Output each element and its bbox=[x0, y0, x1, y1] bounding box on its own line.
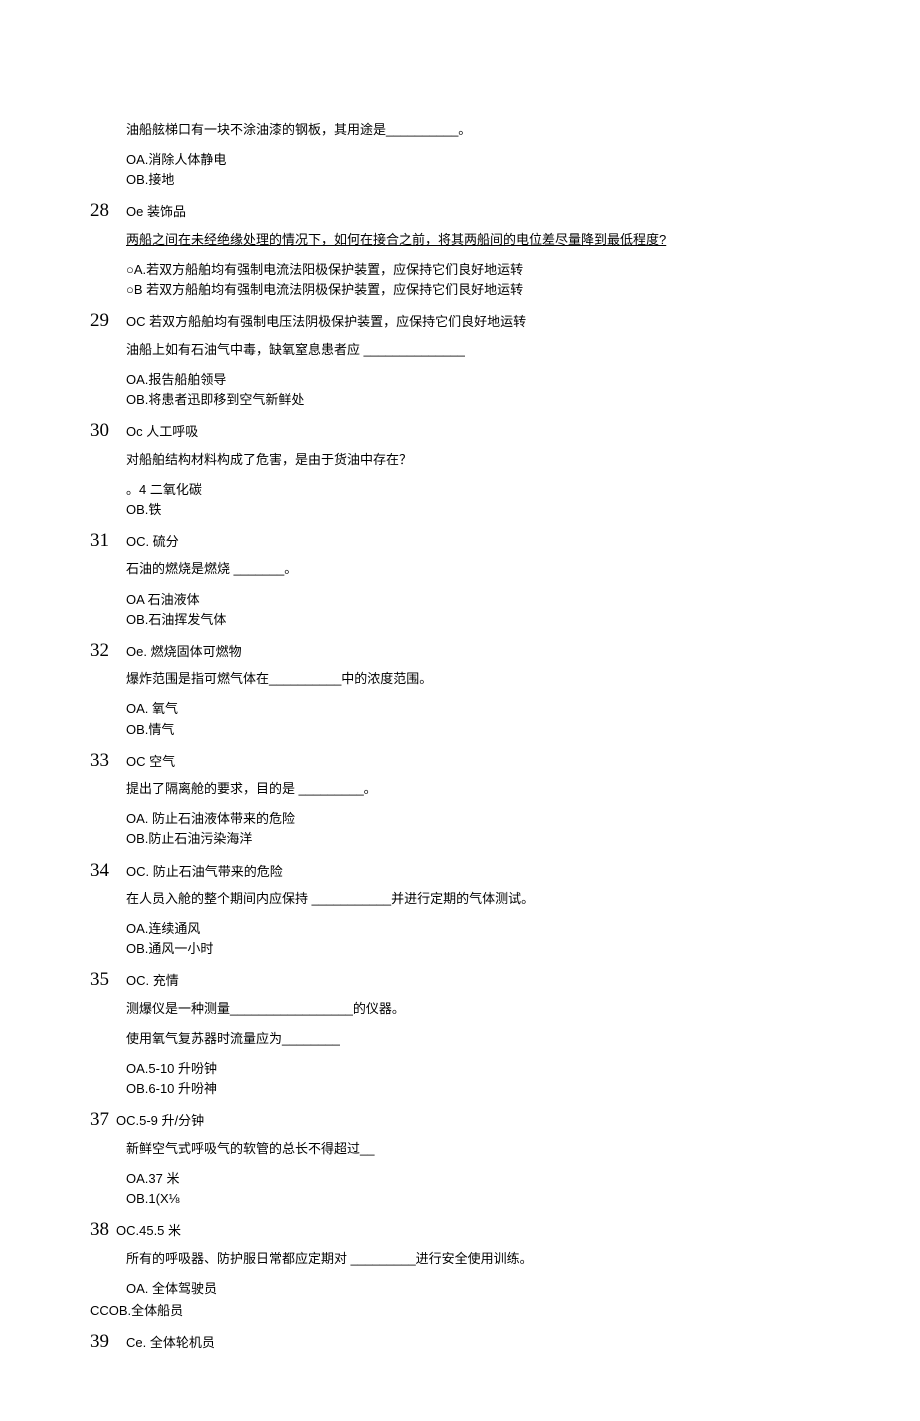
option-list: ○A.若双方船舶均有强制电流法阳极保护装置，应保持它们良好地运转 ○B 若双方船… bbox=[126, 260, 830, 300]
option-b: ○B 若双方船舶均有强制电流法阴极保护装置，应保持它们艮好地运转 bbox=[126, 280, 830, 300]
option-a: OA.连续通风 bbox=[126, 919, 830, 939]
option-list: OA. 氧气 OB.情气 bbox=[126, 699, 830, 739]
option-c: OC.45.5 米 bbox=[116, 1221, 181, 1241]
option-b: OB.情气 bbox=[126, 720, 830, 740]
question-stem: 使用氧气复苏器时流量应为________ bbox=[126, 1029, 830, 1049]
option-list: 。4 二氧化碳 OB.铁 bbox=[126, 480, 830, 520]
question-number: 29 bbox=[90, 306, 126, 335]
question-number: 39 bbox=[90, 1327, 126, 1356]
option-b: OB.1(X⅛ bbox=[126, 1189, 830, 1209]
option-a: OA.37 米 bbox=[126, 1169, 830, 1189]
option-b: OB.铁 bbox=[126, 500, 830, 520]
question-number: 34 bbox=[90, 856, 126, 885]
question-32: 爆炸范围是指可燃气体在__________中的浓度范围。 OA. 氧气 OB.情… bbox=[90, 669, 830, 739]
question-number: 38 bbox=[90, 1215, 116, 1244]
question-stem: 石油的燃烧是燃烧 _______。 bbox=[126, 559, 830, 579]
question-stem: 油船上如有石油气中毒，缺氧窒息患者应 ______________ bbox=[126, 340, 830, 360]
number-row-32: 32 Oe. 燃烧固体可燃物 bbox=[90, 636, 830, 665]
number-row-28: 28 Oe 装饰品 bbox=[90, 196, 830, 225]
question-31: 石油的燃烧是燃烧 _______。 OA 石油液体 OB.石油挥发气体 bbox=[90, 559, 830, 629]
option-c: OC. 硫分 bbox=[126, 532, 179, 552]
number-row-37: 37 OC.5-9 升/分钟 bbox=[90, 1105, 830, 1134]
question-stem: 测爆仪是一种测量_________________的仪器。 bbox=[126, 999, 830, 1019]
question-33: 提出了隔离舱的要求，目的是 _________。 OA. 防止石油液体带来的危险… bbox=[90, 779, 830, 849]
question-number: 31 bbox=[90, 526, 126, 555]
option-a: OA. 防止石油液体带来的危险 bbox=[126, 809, 830, 829]
question-number: 28 bbox=[90, 196, 126, 225]
option-b: OB.6-10 升吩神 bbox=[126, 1079, 830, 1099]
question-number: 37 bbox=[90, 1105, 116, 1134]
option-c: Oc 人工呼吸 bbox=[126, 422, 198, 442]
option-b: OB.通风一小时 bbox=[126, 939, 830, 959]
option-list: OA. 防止石油液体带来的危险 OB.防止石油污染海洋 bbox=[126, 809, 830, 849]
option-c: Ce. 全体轮机员 bbox=[126, 1333, 215, 1353]
option-a: OA.报告船舶领导 bbox=[126, 370, 830, 390]
question-number: 33 bbox=[90, 746, 126, 775]
question-34: 在人员入舱的整个期间内应保持 ___________并进行定期的气体测试。 OA… bbox=[90, 889, 830, 959]
question-stem: 两船之间在未经绝缘处理的情况下，如何在接合之前，将其两船间的电位差尽量降到最低程… bbox=[126, 230, 830, 250]
option-list: OA 石油液体 OB.石油挥发气体 bbox=[126, 590, 830, 630]
number-row-33: 33 OC 空气 bbox=[90, 746, 830, 775]
question-37: 新鲜空气式呼吸气的软管的总长不得超过__ OA.37 米 OB.1(X⅛ bbox=[90, 1139, 830, 1209]
question-stem: 在人员入舱的整个期间内应保持 ___________并进行定期的气体测试。 bbox=[126, 889, 830, 909]
number-row-35: 35 OC. 充情 bbox=[90, 965, 830, 994]
number-row-30: 30 Oc 人工呼吸 bbox=[90, 416, 830, 445]
question-stem: 所有的呼吸器、防护服日常都应定期对 _________进行安全使用训练。 bbox=[126, 1249, 830, 1269]
option-list: OA.报告船舶领导 OB.将患者迅即移到空气新鲜处 bbox=[126, 370, 830, 410]
number-row-39: 39 Ce. 全体轮机员 bbox=[90, 1327, 830, 1356]
option-b: CCOB.全体船员 bbox=[90, 1301, 830, 1321]
question-number: 32 bbox=[90, 636, 126, 665]
option-a: ○A.若双方船舶均有强制电流法阳极保护装置，应保持它们良好地运转 bbox=[126, 260, 830, 280]
question-36: 使用氧气复苏器时流量应为________ OA.5-10 升吩钟 OB.6-10… bbox=[90, 1029, 830, 1099]
option-a: OA.消除人体静电 bbox=[126, 150, 830, 170]
option-c: OC 若双方船舶均有强制电压法阴极保护装置，应保持它们良好地运转 bbox=[126, 312, 526, 332]
option-list: OA.37 米 OB.1(X⅛ bbox=[126, 1169, 830, 1209]
number-row-31: 31 OC. 硫分 bbox=[90, 526, 830, 555]
option-list: OA. 全体驾驶员 bbox=[126, 1279, 830, 1299]
number-row-29: 29 OC 若双方船舶均有强制电压法阴极保护装置，应保持它们良好地运转 bbox=[90, 306, 830, 335]
question-30: 对船舶结构材料构成了危害，是由于货油中存在？ 。4 二氧化碳 OB.铁 bbox=[90, 450, 830, 520]
option-b: OB.石油挥发气体 bbox=[126, 610, 830, 630]
option-b: OB.防止石油污染海洋 bbox=[126, 829, 830, 849]
option-c: Oe. 燃烧固体可燃物 bbox=[126, 642, 242, 662]
question-stem: 爆炸范围是指可燃气体在__________中的浓度范围。 bbox=[126, 669, 830, 689]
option-list: OA.消除人体静电 OB.接地 bbox=[126, 150, 830, 190]
option-a: OA. 全体驾驶员 bbox=[126, 1279, 830, 1299]
option-c: Oe 装饰品 bbox=[126, 202, 186, 222]
option-a: OA 石油液体 bbox=[126, 590, 830, 610]
option-a: OA. 氧气 bbox=[126, 699, 830, 719]
question-number: 35 bbox=[90, 965, 126, 994]
question-stem: 提出了隔离舱的要求，目的是 _________。 bbox=[126, 779, 830, 799]
question-stem: 对船舶结构材料构成了危害，是由于货油中存在？ bbox=[126, 450, 830, 470]
question-29: 油船上如有石油气中毒，缺氧窒息患者应 ______________ OA.报告船… bbox=[90, 340, 830, 410]
question-38: 所有的呼吸器、防护服日常都应定期对 _________进行安全使用训练。 OA.… bbox=[90, 1249, 830, 1321]
option-list: OA.连续通风 OB.通风一小时 bbox=[126, 919, 830, 959]
number-row-34: 34 OC. 防止石油气带来的危险 bbox=[90, 856, 830, 885]
question-28: 两船之间在未经绝缘处理的情况下，如何在接合之前，将其两船间的电位差尽量降到最低程… bbox=[90, 230, 830, 300]
option-c: OC. 充情 bbox=[126, 971, 179, 991]
option-list: OA.5-10 升吩钟 OB.6-10 升吩神 bbox=[126, 1059, 830, 1099]
question-stem: 油船舷梯口有一块不涂油漆的钢板，其用途是__________。 bbox=[126, 120, 830, 140]
document-page: 油船舷梯口有一块不涂油漆的钢板，其用途是__________。 OA.消除人体静… bbox=[0, 0, 920, 1421]
option-c: OC.5-9 升/分钟 bbox=[116, 1111, 204, 1131]
question-number: 30 bbox=[90, 416, 126, 445]
option-a: 。4 二氧化碳 bbox=[126, 480, 830, 500]
option-c: OC 空气 bbox=[126, 752, 175, 772]
question-35: 测爆仪是一种测量_________________的仪器。 bbox=[90, 999, 830, 1019]
question-stem: 新鲜空气式呼吸气的软管的总长不得超过__ bbox=[126, 1139, 830, 1159]
option-a: OA.5-10 升吩钟 bbox=[126, 1059, 830, 1079]
question-27: 油船舷梯口有一块不涂油漆的钢板，其用途是__________。 OA.消除人体静… bbox=[90, 120, 830, 190]
option-b: OB.接地 bbox=[126, 170, 830, 190]
option-b: OB.将患者迅即移到空气新鲜处 bbox=[126, 390, 830, 410]
option-c: OC. 防止石油气带来的危险 bbox=[126, 862, 283, 882]
number-row-38: 38 OC.45.5 米 bbox=[90, 1215, 830, 1244]
